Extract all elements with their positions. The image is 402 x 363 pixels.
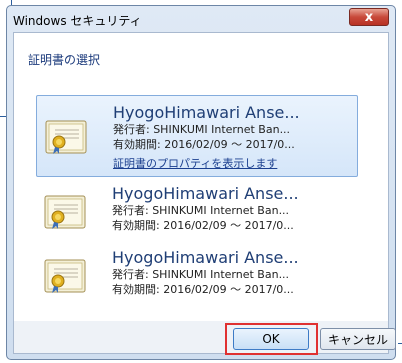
certificate-name: HyogoHimawari Anse... <box>113 103 300 122</box>
security-dialog: Windows セキュリティ x 証明書の選択 HyogoHimawari An… <box>6 5 396 360</box>
certificate-issuer: 発行者: SHINKUMI Internet Ban... <box>113 123 291 136</box>
close-icon: x <box>364 9 374 25</box>
dialog-content: 証明書の選択 HyogoHimawari Anse... 発行者: SHINKU… <box>13 32 396 354</box>
certificate-details: HyogoHimawari Anse... 発行者: SHINKUMI Inte… <box>112 249 299 297</box>
certificate-icon <box>44 193 88 231</box>
dialog-footer: OK キャンセル <box>14 321 396 353</box>
certificate-name: HyogoHimawari Anse... <box>112 248 299 267</box>
certificate-name: HyogoHimawari Anse... <box>112 184 299 203</box>
guide-line <box>398 343 402 344</box>
certificate-validity: 有効期間: 2016/02/09 ～ 2017/0... <box>113 138 295 151</box>
certificate-details: HyogoHimawari Anse... 発行者: SHINKUMI Inte… <box>112 185 299 233</box>
certificate-item-3[interactable]: HyogoHimawari Anse... 発行者: SHINKUMI Inte… <box>36 245 358 303</box>
window-title: Windows セキュリティ <box>13 14 142 28</box>
certificate-icon <box>44 257 88 295</box>
certificate-issuer: 発行者: SHINKUMI Internet Ban... <box>112 268 290 281</box>
cancel-button[interactable]: キャンセル <box>320 328 396 350</box>
certificate-properties-link[interactable]: 証明書のプロパティを表示します <box>113 156 300 171</box>
certificate-item-2[interactable]: HyogoHimawari Anse... 発行者: SHINKUMI Inte… <box>36 181 358 239</box>
certificate-details: HyogoHimawari Anse... 発行者: SHINKUMI Inte… <box>113 104 300 171</box>
certificate-icon <box>45 118 89 156</box>
close-button[interactable]: x <box>349 8 389 26</box>
certificate-issuer: 発行者: SHINKUMI Internet Ban... <box>112 204 290 217</box>
certificate-validity: 有効期間: 2016/02/09 ～ 2017/0... <box>112 219 294 232</box>
certificate-item-1[interactable]: HyogoHimawari Anse... 発行者: SHINKUMI Inte… <box>36 95 358 177</box>
title-bar[interactable]: Windows セキュリティ x <box>7 6 395 32</box>
dialog-heading: 証明書の選択 <box>28 53 101 67</box>
ok-highlight-box <box>225 323 318 355</box>
certificate-validity: 有効期間: 2016/02/09 ～ 2017/0... <box>112 283 294 296</box>
